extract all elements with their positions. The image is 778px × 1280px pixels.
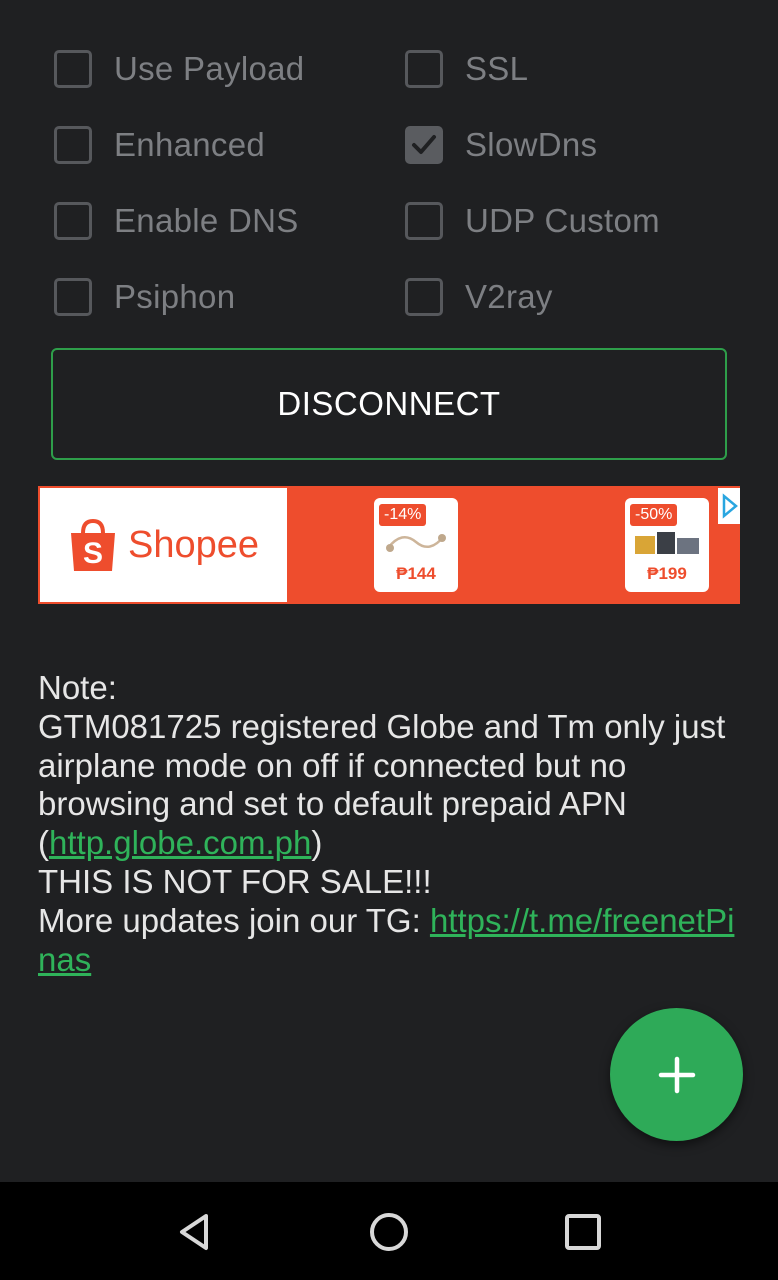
- use-payload-checkbox[interactable]: [54, 50, 92, 88]
- enhanced-checkbox[interactable]: [54, 126, 92, 164]
- disconnect-label: DISCONNECT: [277, 385, 501, 422]
- v2ray-checkbox[interactable]: [405, 278, 443, 316]
- checkmark-icon: [412, 135, 436, 154]
- note-line1-end: ): [311, 824, 323, 862]
- ad-product-2-discount: -50%: [630, 504, 678, 526]
- use-payload-label: Use Payload: [114, 50, 305, 87]
- earphones-icon: [386, 534, 446, 552]
- ad-product-2[interactable]: -50% ₱199: [625, 498, 709, 592]
- apn-link[interactable]: http.globe.com.ph: [49, 824, 311, 861]
- plus-icon: [658, 1056, 695, 1093]
- option-use-payload[interactable]: Use Payload: [54, 44, 304, 94]
- udp-custom-checkbox[interactable]: [405, 202, 443, 240]
- option-psiphon[interactable]: Psiphon: [54, 272, 235, 322]
- note-text: Note: GTM081725 registered Globe and Tm …: [38, 669, 748, 979]
- adchoices-icon[interactable]: [718, 488, 740, 524]
- back-icon[interactable]: [172, 1210, 216, 1254]
- home-icon[interactable]: [367, 1210, 411, 1254]
- slowdns-label: SlowDns: [465, 126, 598, 163]
- slowdns-checkbox[interactable]: [405, 126, 443, 164]
- option-ssl[interactable]: SSL: [405, 44, 528, 94]
- product-image-icon: [635, 532, 699, 554]
- ad-product-1-discount: -14%: [379, 504, 427, 526]
- psiphon-checkbox[interactable]: [54, 278, 92, 316]
- note-heading: Note:: [38, 669, 117, 706]
- note-line2: THIS IS NOT FOR SALE!!!: [38, 862, 432, 900]
- option-v2ray[interactable]: V2ray: [405, 272, 553, 322]
- add-fab-button[interactable]: [610, 1008, 743, 1141]
- enable-dns-checkbox[interactable]: [54, 202, 92, 240]
- option-enhanced[interactable]: Enhanced: [54, 120, 265, 170]
- enhanced-label: Enhanced: [114, 126, 266, 163]
- ssl-label: SSL: [465, 50, 529, 87]
- shopee-logo[interactable]: S Shopee: [40, 488, 287, 602]
- option-udp-custom[interactable]: UDP Custom: [405, 196, 660, 246]
- ad-product-1-price: ₱144: [396, 564, 436, 583]
- note-line3-wrap: More updates join our TG: https://t.me/f…: [38, 902, 748, 980]
- disconnect-button[interactable]: DISCONNECT: [51, 348, 727, 460]
- ad-brand-text: Shopee: [127, 523, 259, 566]
- svg-text:S: S: [83, 537, 103, 570]
- udp-custom-label: UDP Custom: [465, 202, 660, 239]
- ad-banner[interactable]: S Shopee -14% ₱144 -50% ₱199: [38, 486, 740, 604]
- note-line3: More updates join our TG:: [38, 901, 430, 939]
- recents-icon[interactable]: [561, 1210, 605, 1254]
- enable-dns-label: Enable DNS: [114, 202, 299, 239]
- note-paragraph: GTM081725 registered Globe and Tm only j…: [38, 708, 748, 863]
- shopee-bag-icon: S: [70, 518, 115, 571]
- system-nav-bar: [0, 1182, 778, 1280]
- psiphon-label: Psiphon: [114, 278, 236, 315]
- option-slowdns[interactable]: SlowDns: [405, 120, 597, 170]
- v2ray-label: V2ray: [465, 278, 553, 315]
- option-enable-dns[interactable]: Enable DNS: [54, 196, 299, 246]
- ad-product-1[interactable]: -14% ₱144: [374, 498, 458, 592]
- ssl-checkbox[interactable]: [405, 50, 443, 88]
- ad-product-2-price: ₱199: [647, 564, 687, 583]
